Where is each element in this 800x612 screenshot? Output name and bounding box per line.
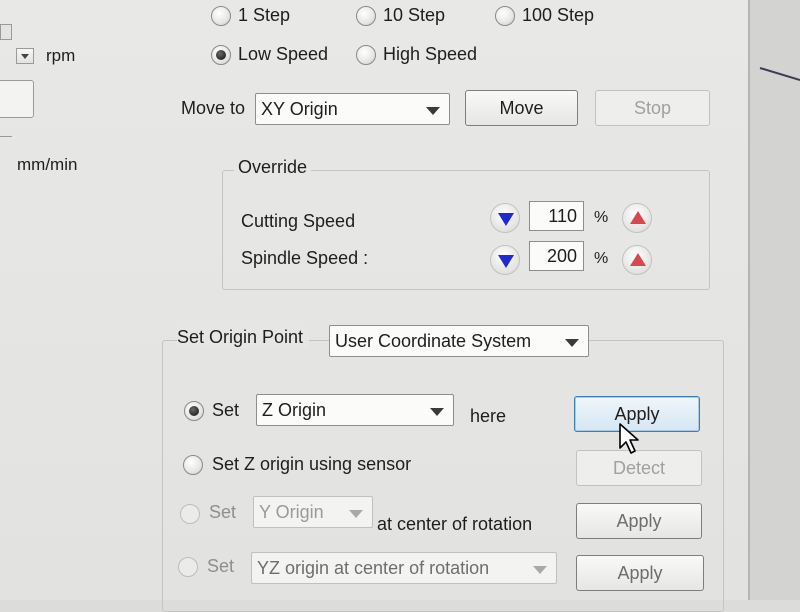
spindle-speed-increase-button[interactable] <box>622 245 652 275</box>
step-100-radio[interactable] <box>495 6 515 26</box>
sensor-label[interactable]: Set Z origin using sensor <box>212 454 411 475</box>
override-title: Override <box>234 157 312 178</box>
chevron-down-icon <box>533 566 547 574</box>
cutting-speed-decrease-button[interactable] <box>490 203 520 233</box>
chevron-down-icon <box>426 107 440 115</box>
background-line <box>759 67 800 81</box>
feed-unit: mm/min <box>17 155 78 174</box>
cutting-speed-unit: % <box>594 209 609 226</box>
chevron-down-icon <box>349 510 363 518</box>
set-origin-label: Set Origin Point <box>177 327 310 348</box>
move-to-combo-value: XY Origin <box>261 99 338 119</box>
origin-here-value: Z Origin <box>262 400 327 420</box>
low-speed-radio[interactable] <box>211 45 231 65</box>
yz-origin-radio[interactable] <box>178 557 198 577</box>
spindle-speed-input[interactable]: 200 <box>529 241 584 271</box>
step-10-label[interactable]: 10 Step <box>383 5 445 26</box>
y-origin-combo[interactable]: Y Origin <box>253 496 373 528</box>
origin-here-combo[interactable]: Z Origin <box>256 394 454 426</box>
rpm-spin-up[interactable] <box>0 24 12 40</box>
stop-button[interactable]: Stop <box>595 90 710 126</box>
background-window <box>750 0 800 600</box>
mouse-pointer-icon <box>619 423 639 454</box>
red-up-arrow-icon <box>630 253 646 266</box>
low-speed-label[interactable]: Low Speed <box>238 44 328 65</box>
high-speed-radio[interactable] <box>356 45 376 65</box>
rpm-field-edge[interactable] <box>0 80 34 118</box>
spindle-speed-label: Spindle Speed : <box>241 248 369 268</box>
red-up-arrow-icon <box>630 211 646 224</box>
move-button[interactable]: Move <box>465 90 578 126</box>
cutting-speed-increase-button[interactable] <box>622 203 652 233</box>
cutting-speed-label: Cutting Speed <box>241 211 356 231</box>
center-rotation-y-suffix: at center of rotation <box>377 514 533 534</box>
rpm-unit: rpm <box>46 46 76 65</box>
sensor-radio[interactable] <box>183 455 203 475</box>
apply-center-rotation-y-button[interactable]: Apply <box>576 503 702 539</box>
step-1-radio[interactable] <box>211 6 231 26</box>
apply-yz-origin-button[interactable]: Apply <box>576 555 704 591</box>
set-here-label[interactable]: Set <box>212 400 239 421</box>
coordinate-system-combo[interactable]: User Coordinate System <box>329 325 589 357</box>
blue-down-arrow-icon <box>498 255 514 268</box>
move-to-combo[interactable]: XY Origin <box>255 93 450 125</box>
spindle-speed-unit: % <box>594 250 609 267</box>
left-divider <box>0 136 12 137</box>
yz-origin-combo[interactable]: YZ origin at center of rotation <box>251 552 557 584</box>
rpm-spin-down[interactable] <box>16 48 34 64</box>
set-here-radio[interactable] <box>184 401 204 421</box>
blue-down-arrow-icon <box>498 213 514 226</box>
move-to-label: Move to <box>181 98 246 118</box>
yz-origin-value: YZ origin at center of rotation <box>257 558 490 578</box>
spindle-speed-decrease-button[interactable] <box>490 245 520 275</box>
chevron-down-icon <box>565 339 579 347</box>
high-speed-label[interactable]: High Speed <box>383 44 477 65</box>
step-10-radio[interactable] <box>356 6 376 26</box>
cutting-speed-input[interactable]: 110 <box>529 201 584 231</box>
center-rotation-y-radio[interactable] <box>180 504 200 524</box>
center-rotation-y-set-label[interactable]: Set <box>209 502 236 523</box>
chevron-down-icon <box>430 408 444 416</box>
yz-origin-set-label[interactable]: Set <box>207 556 234 577</box>
step-1-label[interactable]: 1 Step <box>238 5 290 26</box>
y-origin-value: Y Origin <box>259 502 324 522</box>
coordinate-system-value: User Coordinate System <box>335 331 532 351</box>
here-label: here <box>470 406 507 426</box>
step-100-label[interactable]: 100 Step <box>522 5 594 26</box>
